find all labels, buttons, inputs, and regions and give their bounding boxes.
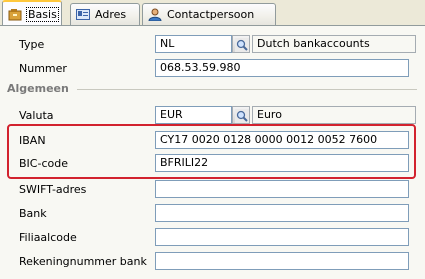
type-field[interactable]: NL xyxy=(155,35,232,53)
rekeningnummer-bank-label: Rekeningnummer bank xyxy=(19,255,147,268)
nummer-field[interactable]: 068.53.59.980 xyxy=(155,59,409,77)
rekeningnummer-bank-field[interactable] xyxy=(155,252,409,270)
search-icon xyxy=(235,38,249,52)
tab-contactpersoon[interactable]: Contactpersoon xyxy=(142,3,276,25)
section-title: Algemeen xyxy=(7,82,69,95)
tab-adres[interactable]: Adres xyxy=(70,3,140,25)
section-algemeen: Algemeen xyxy=(7,82,417,96)
contact-person-icon xyxy=(148,8,162,22)
filiaalcode-field[interactable] xyxy=(155,228,409,246)
tab-basis[interactable]: Basis xyxy=(2,0,62,26)
type-lookup-button[interactable] xyxy=(232,35,250,53)
swift-field[interactable] xyxy=(155,180,409,198)
tab-label: Basis xyxy=(26,7,59,22)
valuta-description: Euro xyxy=(252,106,416,124)
tab-bar: Basis Adres Contactpersoon xyxy=(0,0,425,26)
basis-tab-icon xyxy=(8,8,22,21)
valuta-field[interactable]: EUR xyxy=(155,106,232,124)
tab-label: Contactpersoon xyxy=(167,8,255,21)
search-icon xyxy=(235,109,249,123)
type-description: Dutch bankaccounts xyxy=(252,35,416,53)
valuta-lookup-button[interactable] xyxy=(232,106,250,124)
bank-field[interactable] xyxy=(155,204,409,222)
type-label: Type xyxy=(19,38,45,51)
iban-bic-highlight-box xyxy=(7,124,416,179)
section-divider xyxy=(77,89,417,90)
tab-label: Adres xyxy=(95,8,127,21)
bank-label: Bank xyxy=(19,207,47,220)
valuta-label: Valuta xyxy=(19,109,54,122)
address-card-icon xyxy=(76,8,90,21)
filiaalcode-label: Filiaalcode xyxy=(19,231,77,244)
nummer-label: Nummer xyxy=(19,62,67,75)
swift-label: SWIFT-adres xyxy=(19,183,87,196)
